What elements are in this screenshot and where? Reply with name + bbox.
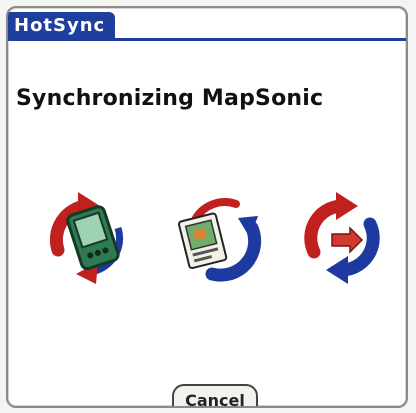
sync-arrows-icon (292, 188, 392, 288)
cancel-button[interactable]: Cancel (172, 384, 258, 406)
document-sync-icon (166, 188, 266, 288)
window-title: HotSync (8, 12, 116, 40)
sync-icons-row (8, 188, 406, 288)
handheld-sync-icon (38, 188, 138, 288)
sync-status-heading: Synchronizing MapSonic (16, 86, 324, 111)
title-bar: HotSync (8, 8, 406, 46)
hotsync-window: HotSync Synchronizing MapSonic Cancel (6, 6, 408, 408)
title-underline (8, 38, 406, 41)
